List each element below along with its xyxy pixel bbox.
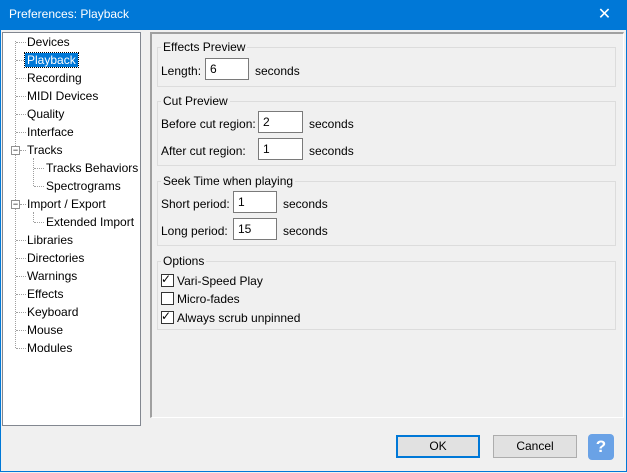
- before-cut-unit: seconds: [309, 117, 354, 131]
- help-icon[interactable]: ?: [588, 434, 614, 460]
- tree-item-mouse[interactable]: Mouse: [25, 322, 65, 339]
- tree-item-directories[interactable]: Directories: [25, 250, 86, 267]
- tree-item-recording[interactable]: Recording: [25, 70, 84, 87]
- close-icon[interactable]: ✕: [582, 0, 627, 30]
- short-period-label: Short period:: [161, 197, 230, 211]
- micro-fades-label[interactable]: Micro-fades: [177, 292, 240, 306]
- tree-guide-line: [33, 212, 34, 222]
- long-period-label: Long period:: [161, 224, 228, 238]
- tree-item-effects[interactable]: Effects: [25, 286, 65, 303]
- micro-fades-checkbox[interactable]: [161, 292, 174, 305]
- check-icon: ✓: [161, 272, 172, 286]
- preferences-tree[interactable]: Devices Playback Recording MIDI Devices …: [2, 32, 141, 426]
- tree-guide-line: [33, 158, 34, 186]
- length-input[interactable]: [205, 58, 249, 80]
- tree-item-spectrograms[interactable]: Spectrograms: [44, 178, 123, 195]
- ok-button[interactable]: OK: [396, 435, 480, 458]
- tree-guide-line: [15, 41, 16, 348]
- tree-item-libraries[interactable]: Libraries: [25, 232, 75, 249]
- long-period-input[interactable]: [233, 218, 277, 240]
- effects-preview-title: Effects Preview: [161, 40, 248, 54]
- tree-item-warnings[interactable]: Warnings: [25, 268, 79, 285]
- tree-item-keyboard[interactable]: Keyboard: [25, 304, 80, 321]
- title-bar: Preferences: Playback ✕: [0, 0, 627, 30]
- check-icon: ✓: [161, 309, 172, 323]
- collapse-import-export-icon[interactable]: −: [11, 200, 20, 209]
- collapse-tracks-icon[interactable]: −: [11, 146, 20, 155]
- tree-item-quality[interactable]: Quality: [25, 106, 66, 123]
- vari-speed-label[interactable]: Vari-Speed Play: [177, 274, 263, 288]
- length-label: Length:: [161, 64, 202, 78]
- cancel-button[interactable]: Cancel: [493, 435, 577, 458]
- always-scrub-label[interactable]: Always scrub unpinned: [177, 311, 300, 325]
- after-cut-label: After cut region:: [161, 144, 246, 158]
- short-period-unit: seconds: [283, 197, 328, 211]
- tree-item-tracks-behaviors[interactable]: Tracks Behaviors: [44, 160, 140, 177]
- tree-item-interface[interactable]: Interface: [25, 124, 76, 141]
- tree-item-modules[interactable]: Modules: [25, 340, 74, 357]
- always-scrub-checkbox[interactable]: ✓: [161, 309, 174, 324]
- before-cut-input[interactable]: [258, 111, 303, 133]
- after-cut-unit: seconds: [309, 144, 354, 158]
- tree-item-playback[interactable]: Playback: [24, 52, 79, 69]
- vari-speed-checkbox[interactable]: ✓: [161, 272, 174, 287]
- short-period-input[interactable]: [233, 191, 277, 213]
- seek-time-title: Seek Time when playing: [161, 174, 296, 188]
- tree-item-extended-import[interactable]: Extended Import: [44, 214, 136, 231]
- before-cut-label: Before cut region:: [161, 117, 256, 131]
- after-cut-input[interactable]: [258, 138, 303, 160]
- tree-item-midi-devices[interactable]: MIDI Devices: [25, 88, 100, 105]
- tree-item-devices[interactable]: Devices: [25, 34, 72, 51]
- tree-item-tracks[interactable]: Tracks: [25, 142, 65, 159]
- options-title: Options: [161, 254, 207, 268]
- length-unit: seconds: [255, 64, 300, 78]
- tree-item-import-export[interactable]: Import / Export: [25, 196, 108, 213]
- long-period-unit: seconds: [283, 224, 328, 238]
- cut-preview-title: Cut Preview: [161, 94, 230, 108]
- window-title: Preferences: Playback: [9, 7, 130, 21]
